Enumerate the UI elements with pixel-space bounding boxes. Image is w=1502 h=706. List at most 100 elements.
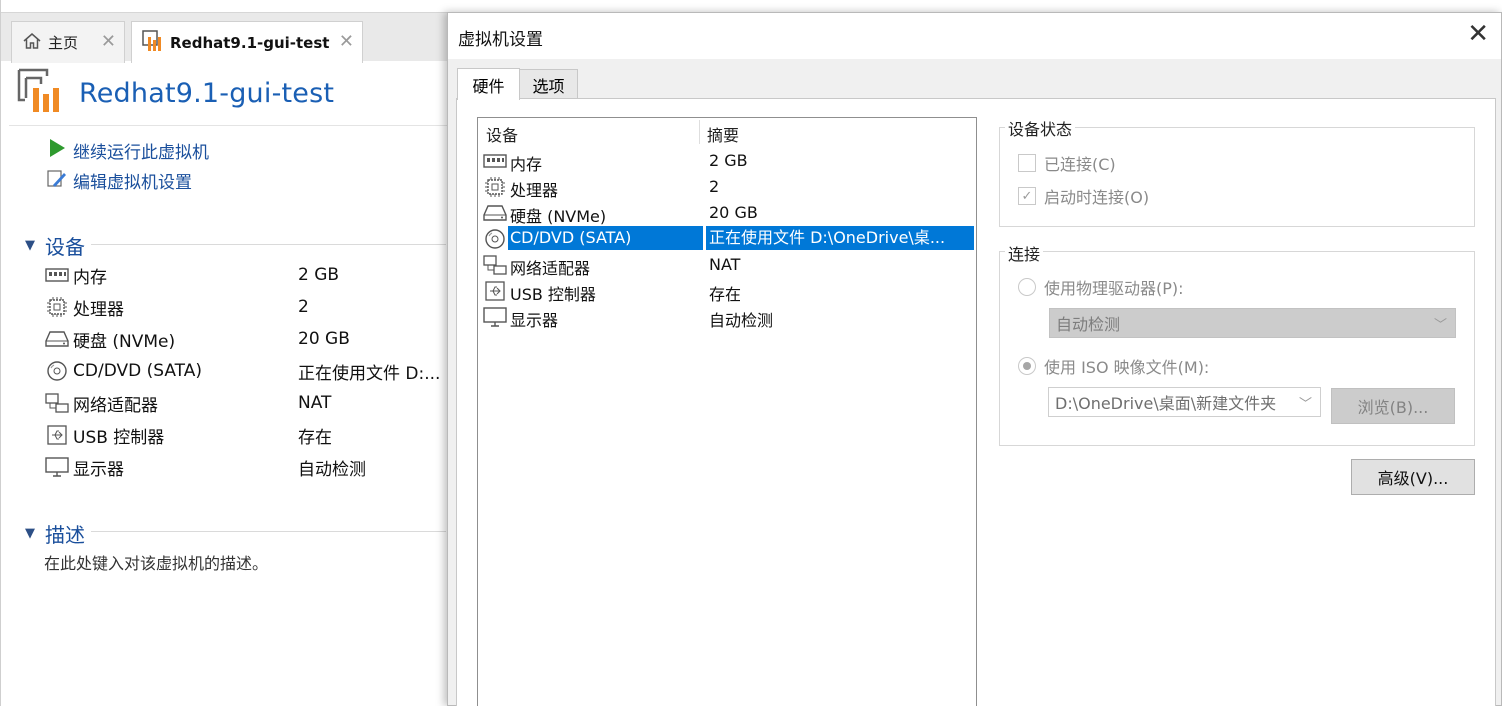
device-name: 处理器 <box>510 181 559 200</box>
device-list-header: 设备 摘要 <box>478 118 976 146</box>
device-name: CD/DVD (SATA) <box>73 361 202 381</box>
device-list[interactable]: 设备 摘要 内存 2 GB 处理器 2 硬盘 (NVMe) 20 GB CD/D… <box>477 117 977 706</box>
list-item-display[interactable]: 显示器 自动检测 <box>479 304 975 330</box>
cd-dvd-icon <box>483 228 507 250</box>
tab-home[interactable]: 主页 ✕ <box>11 21 125 63</box>
close-icon[interactable]: ✕ <box>1467 19 1489 49</box>
device-row-usb[interactable]: USB 控制器 存在 <box>45 420 445 450</box>
list-item-cpu[interactable]: 处理器 2 <box>479 174 975 200</box>
connect-at-power-on-label: 启动时连接(O) <box>1044 188 1150 207</box>
devices-section-toggle[interactable]: ▼ 设备 <box>25 231 85 260</box>
device-name: 网络适配器 <box>510 259 591 278</box>
list-item-memory[interactable]: 内存 2 GB <box>479 148 975 174</box>
device-value: 自动检测 <box>298 459 366 480</box>
device-value: NAT <box>298 393 332 413</box>
devices-heading: 设备 <box>45 235 85 259</box>
vm-icon <box>142 29 164 56</box>
connect-at-power-on-checkbox[interactable]: ✓ 启动时连接(O) <box>1018 184 1149 208</box>
device-row-display[interactable]: 显示器 自动检测 <box>45 452 445 482</box>
display-icon <box>483 306 507 328</box>
device-summary: 存在 <box>709 285 742 304</box>
display-icon <box>45 456 69 478</box>
dialog-titlebar: 虚拟机设置 ✕ <box>448 13 1501 59</box>
iso-path-combo[interactable]: D:\OneDrive\桌面\新建文件夹 ﹀ <box>1048 387 1321 417</box>
device-row-harddisk[interactable]: 硬盘 (NVMe) 20 GB <box>45 324 445 354</box>
device-name: 显示器 <box>510 311 559 330</box>
edit-settings-action[interactable]: 编辑虚拟机设置 <box>47 168 192 193</box>
power-on-action[interactable]: 继续运行此虚拟机 <box>47 138 209 163</box>
column-header-device[interactable]: 设备 <box>486 122 518 146</box>
device-summary: 正在使用文件 D:\OneDrive\桌... <box>706 226 974 250</box>
iso-image-label: 使用 ISO 映像文件(M): <box>1044 358 1210 377</box>
iso-image-radio[interactable]: 使用 ISO 映像文件(M): <box>1018 354 1209 378</box>
tab-options[interactable]: 选项 <box>519 69 578 99</box>
device-summary: 自动检测 <box>709 311 774 330</box>
radio-selected <box>1018 357 1036 375</box>
device-value: 2 GB <box>298 265 340 285</box>
tab-home-close-icon[interactable]: ✕ <box>101 31 116 52</box>
device-row-memory[interactable]: 内存 2 GB <box>45 260 445 290</box>
collapse-triangle-icon: ▼ <box>25 526 35 541</box>
section-divider <box>91 244 446 245</box>
tab-vm-close-icon[interactable]: ✕ <box>339 31 354 52</box>
iso-path-value: D:\OneDrive\桌面\新建文件夹 <box>1055 394 1277 413</box>
checkmark-icon: ✓ <box>1018 187 1036 205</box>
description-heading: 描述 <box>45 523 85 547</box>
connected-checkbox[interactable]: 已连接(C) <box>1018 151 1116 175</box>
device-name: 显示器 <box>73 459 124 480</box>
usb-icon <box>483 280 507 302</box>
physical-drive-radio[interactable]: 使用物理驱动器(P): <box>1018 275 1184 299</box>
device-summary: 20 GB <box>709 203 758 222</box>
cd-dvd-icon <box>45 360 69 382</box>
checkbox-empty <box>1018 154 1036 172</box>
description-field[interactable]: 在此处键入对该虚拟机的描述。 <box>44 550 268 574</box>
harddisk-icon <box>45 328 69 350</box>
device-name: 内存 <box>73 267 107 288</box>
vm-large-icon <box>17 68 65 118</box>
list-item-network[interactable]: 网络适配器 NAT <box>479 252 975 278</box>
device-value: 正在使用文件 D:... <box>298 363 441 384</box>
memory-icon <box>483 150 507 172</box>
browse-label: 浏览(B)... <box>1357 398 1429 417</box>
browse-button[interactable]: 浏览(B)... <box>1331 388 1455 424</box>
device-name: USB 控制器 <box>73 427 165 448</box>
section-divider <box>91 531 446 532</box>
list-item-usb[interactable]: USB 控制器 存在 <box>479 278 975 304</box>
cpu-icon <box>45 296 69 318</box>
column-header-summary[interactable]: 摘要 <box>707 122 739 146</box>
memory-icon <box>45 264 69 286</box>
device-name: CD/DVD (SATA) <box>508 226 703 250</box>
device-name: 硬盘 (NVMe) <box>510 207 607 226</box>
tab-options-label: 选项 <box>532 76 565 96</box>
advanced-button[interactable]: 高级(V)... <box>1351 459 1475 495</box>
cpu-icon <box>483 176 507 198</box>
column-divider <box>699 120 700 144</box>
tab-home-label: 主页 <box>48 34 79 52</box>
radio-unselected <box>1018 278 1036 296</box>
list-item-cd-dvd[interactable]: CD/DVD (SATA) 正在使用文件 D:\OneDrive\桌... <box>479 226 975 252</box>
device-row-cpu[interactable]: 处理器 2 <box>45 292 445 322</box>
device-value: 20 GB <box>298 329 350 349</box>
device-row-cd-dvd[interactable]: CD/DVD (SATA) 正在使用文件 D:... <box>45 356 445 386</box>
divider <box>9 125 448 126</box>
device-name: 处理器 <box>73 299 124 320</box>
play-icon <box>47 138 67 163</box>
collapse-triangle-icon: ▼ <box>25 238 35 253</box>
power-on-label: 继续运行此虚拟机 <box>73 143 209 163</box>
advanced-label: 高级(V)... <box>1377 469 1449 488</box>
vm-summary-panel: 主页 ✕ Redhat9.1-gui-test ✕ Redhat9.1-gui-… <box>0 0 448 706</box>
device-name: USB 控制器 <box>510 285 596 304</box>
tab-strip: 主页 ✕ Redhat9.1-gui-test ✕ <box>1 12 448 63</box>
tab-hardware[interactable]: 硬件 <box>457 68 520 100</box>
device-name: 硬盘 (NVMe) <box>73 331 176 352</box>
device-name: 内存 <box>510 155 543 174</box>
physical-drive-select[interactable]: 自动检测 ﹀ <box>1049 308 1456 338</box>
list-item-harddisk[interactable]: 硬盘 (NVMe) 20 GB <box>479 200 975 226</box>
description-section-toggle[interactable]: ▼ 描述 <box>25 519 85 548</box>
tab-vm[interactable]: Redhat9.1-gui-test ✕ <box>131 21 363 63</box>
device-value: 存在 <box>298 427 332 448</box>
edit-settings-label: 编辑虚拟机设置 <box>73 173 192 193</box>
tab-vm-label: Redhat9.1-gui-test <box>170 33 330 52</box>
home-icon <box>22 31 42 55</box>
device-row-network[interactable]: 网络适配器 NAT <box>45 388 445 418</box>
